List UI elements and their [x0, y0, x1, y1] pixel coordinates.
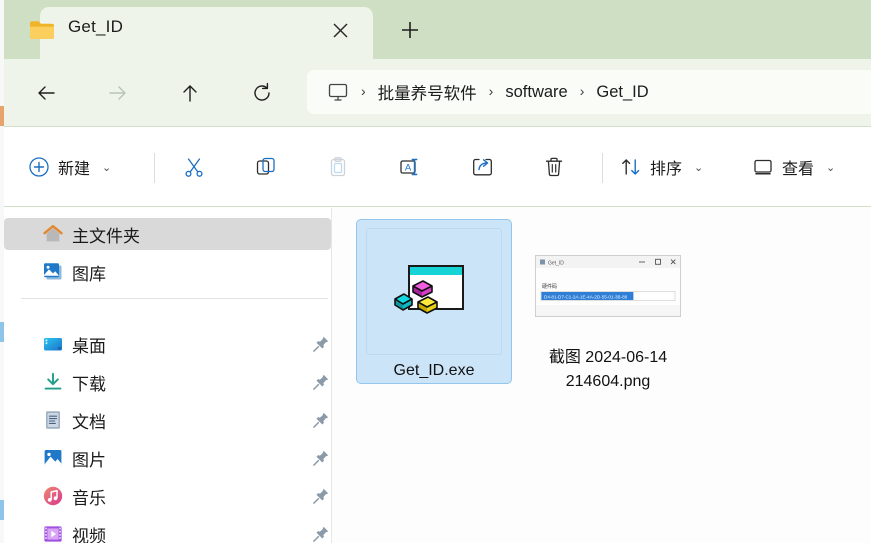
pin-icon[interactable] — [312, 449, 330, 467]
folder-icon — [29, 19, 55, 40]
sidebar-item-label: 桌面 — [72, 336, 106, 356]
music-icon — [42, 485, 64, 507]
navigation-bar: › 批量养号软件 › software › Get_ID — [4, 59, 871, 127]
toolbar-divider — [154, 153, 155, 183]
file-item-get-id-exe[interactable]: Get_ID.exe — [356, 219, 512, 384]
arrow-right-icon — [98, 73, 138, 113]
address-bar[interactable]: › 批量养号软件 › software › Get_ID — [307, 70, 871, 114]
sidebar-item-downloads[interactable]: 下载 — [4, 366, 331, 398]
file-name-label: 截图 2024-06-14 214604.png — [548, 349, 668, 390]
rename-icon: A — [398, 156, 422, 178]
plus-circle-icon — [28, 156, 50, 178]
toolbar-divider — [602, 153, 603, 183]
file-item-screenshot-png[interactable]: Get_ID 硬件码 D4-81-D7-C1-2A-1E-4A-2D-55-01… — [528, 219, 688, 394]
copy-icon — [255, 156, 277, 178]
sidebar-divider — [21, 298, 328, 299]
cut-button[interactable] — [174, 147, 214, 187]
file-name-label: Get_ID.exe — [393, 362, 475, 379]
sidebar-item-home[interactable]: 主文件夹 — [4, 218, 331, 250]
close-icon[interactable] — [324, 14, 356, 46]
document-icon — [42, 409, 64, 431]
share-icon — [471, 156, 493, 178]
sidebar-item-documents[interactable]: 文档 — [4, 404, 331, 436]
desktop-icon — [42, 333, 64, 355]
sidebar-item-gallery[interactable]: 图库 — [4, 256, 331, 288]
file-list[interactable]: Get_ID.exe Get_ID 硬件码 D4-81-D7-C1-2A-1E-… — [332, 208, 871, 543]
copy-button[interactable] — [246, 147, 286, 187]
svg-text:D4-81-D7-C1-2A-1E-4A-2D-55-01-: D4-81-D7-C1-2A-1E-4A-2D-55-01-3B-88 — [544, 294, 628, 299]
pictures-icon — [42, 447, 64, 469]
chevron-down-icon: ⌄ — [102, 161, 112, 174]
sidebar-item-label: 文档 — [72, 412, 106, 432]
sort-button[interactable]: 排序 ⌄ — [620, 147, 703, 187]
breadcrumb-item-1[interactable]: software — [505, 83, 567, 102]
breadcrumb-separator: › — [361, 83, 366, 99]
sort-button-label: 排序 — [650, 161, 683, 178]
png-thumbnail: Get_ID 硬件码 D4-81-D7-C1-2A-1E-4A-2D-55-01… — [535, 227, 681, 344]
monitor-icon — [327, 81, 349, 103]
scissors-icon — [183, 156, 205, 178]
sidebar-item-music[interactable]: 音乐 — [4, 480, 331, 512]
breadcrumb-item-0[interactable]: 批量养号软件 — [378, 80, 477, 104]
pin-icon[interactable] — [312, 373, 330, 391]
svg-text:硬件码: 硬件码 — [542, 283, 557, 290]
share-button[interactable] — [462, 147, 502, 187]
paste-button — [318, 147, 358, 187]
sidebar-item-pictures[interactable]: 图片 — [4, 442, 331, 474]
home-icon — [42, 223, 64, 245]
clipboard-icon — [327, 156, 349, 178]
new-button-label: 新建 — [58, 161, 91, 178]
sidebar-item-desktop[interactable]: 桌面 — [4, 328, 331, 360]
arrow-up-icon[interactable] — [170, 73, 210, 113]
delete-button[interactable] — [534, 147, 574, 187]
file-explorer-window: Get_ID › 批量养号软件 › software › Get_ID 新建 ⌄… — [0, 0, 871, 543]
pin-icon[interactable] — [312, 335, 330, 353]
sidebar-item-label: 下载 — [72, 374, 106, 394]
breadcrumb-item-2[interactable]: Get_ID — [596, 83, 648, 102]
tab-title: Get_ID — [68, 17, 124, 36]
view-button-label: 查看 — [782, 161, 815, 178]
pin-icon[interactable] — [312, 525, 330, 543]
sidebar-item-videos[interactable]: 视频 — [4, 518, 331, 543]
breadcrumb-separator: › — [579, 83, 585, 99]
sort-arrows-icon — [620, 156, 642, 178]
command-bar: 新建 ⌄ A 排序 ⌄ 查看 ⌄ — [4, 127, 871, 207]
chevron-down-icon: ⌄ — [826, 161, 836, 174]
download-icon — [42, 371, 64, 393]
pin-icon[interactable] — [312, 487, 330, 505]
trash-icon — [543, 156, 565, 178]
sidebar-item-label: 图库 — [72, 264, 106, 284]
arrow-left-icon[interactable] — [26, 73, 66, 113]
sidebar-item-label: 图片 — [72, 450, 106, 470]
view-button[interactable]: 查看 ⌄ — [752, 147, 835, 187]
gallery-icon — [42, 261, 64, 283]
new-button[interactable]: 新建 ⌄ — [28, 147, 111, 187]
navigation-pane: 主文件夹 图库 桌面 下载 文档 图片 音乐 视频 — [4, 208, 331, 543]
rename-button[interactable]: A — [390, 147, 430, 187]
tab-strip: Get_ID — [4, 0, 871, 59]
refresh-icon[interactable] — [242, 73, 282, 113]
sidebar-item-label: 主文件夹 — [72, 226, 140, 246]
sidebar-item-label: 音乐 — [72, 488, 106, 508]
exe-window-icon — [366, 228, 502, 355]
svg-text:Get_ID: Get_ID — [548, 260, 564, 266]
new-tab-button[interactable] — [394, 14, 426, 46]
monitor-icon — [752, 156, 774, 178]
pin-icon[interactable] — [312, 411, 330, 429]
svg-text:A: A — [405, 163, 412, 174]
breadcrumb-separator: › — [488, 83, 494, 99]
chevron-down-icon: ⌄ — [694, 161, 704, 174]
video-icon — [42, 523, 64, 543]
sidebar-item-label: 视频 — [72, 526, 106, 543]
